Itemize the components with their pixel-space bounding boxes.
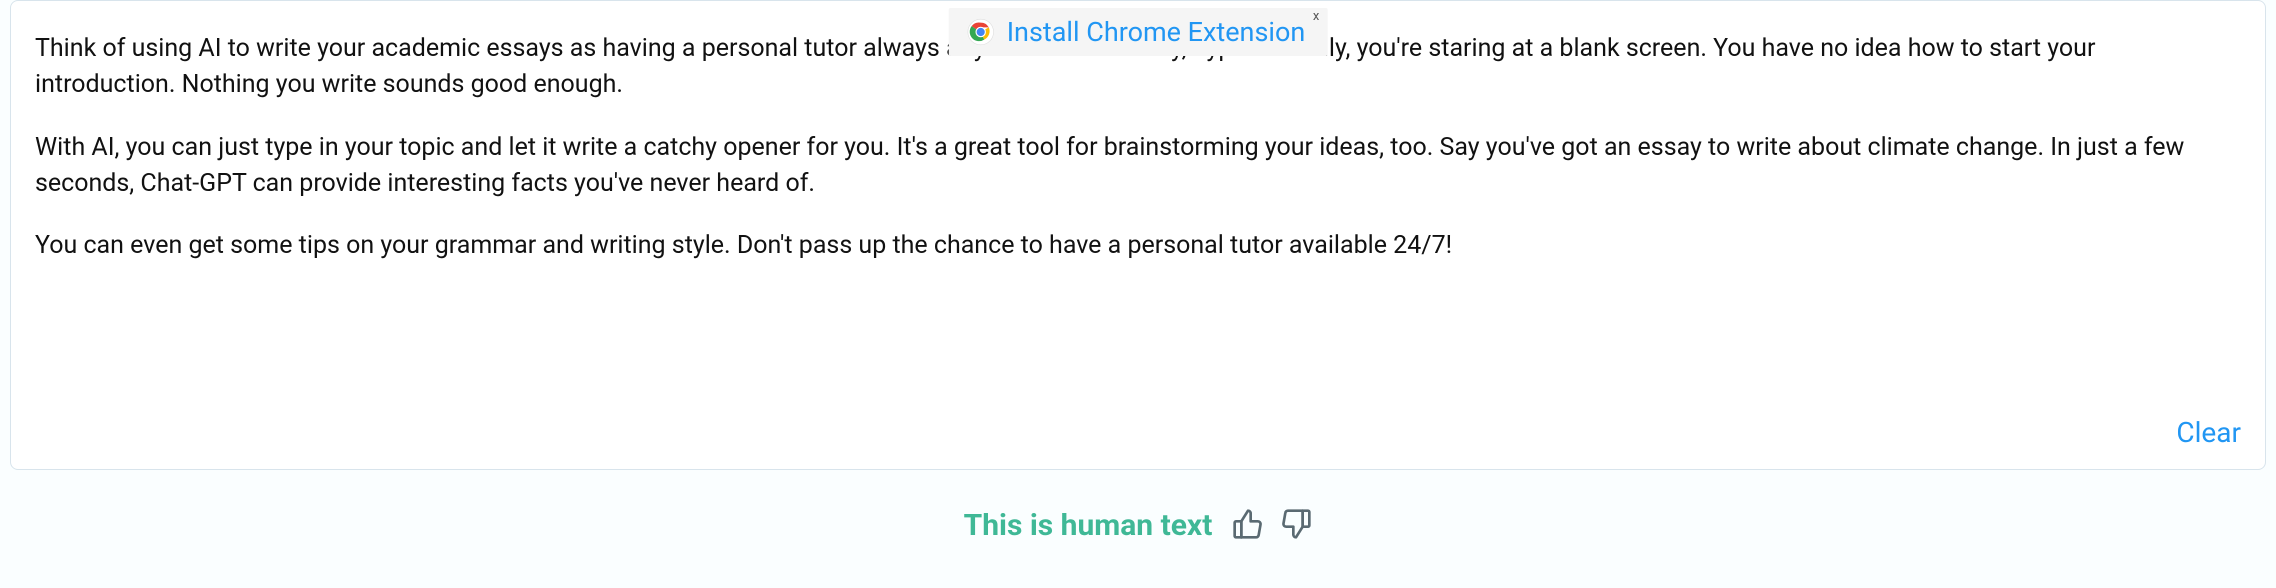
thumbs-up-icon (1232, 508, 1264, 543)
result-verdict: This is human text (964, 508, 1213, 543)
text-content[interactable]: Think of using AI to write your academic… (35, 31, 2241, 366)
close-banner-button[interactable]: x (1313, 10, 1319, 23)
feedback-icons (1232, 508, 1312, 543)
install-extension-banner[interactable]: Install Chrome Extension x (949, 8, 1328, 56)
clear-button[interactable]: Clear (2176, 416, 2241, 449)
paragraph: With AI, you can just type in your topic… (35, 130, 2241, 203)
paragraph: You can even get some tips on your gramm… (35, 228, 2241, 264)
text-input-container: Think of using AI to write your academic… (10, 0, 2266, 470)
thumbs-up-button[interactable] (1232, 508, 1264, 543)
clear-row: Clear (35, 416, 2241, 449)
thumbs-down-icon (1280, 508, 1312, 543)
result-row: This is human text (0, 508, 2276, 543)
thumbs-down-button[interactable] (1280, 508, 1312, 543)
chrome-icon (967, 18, 995, 46)
install-extension-label: Install Chrome Extension (1007, 16, 1306, 48)
